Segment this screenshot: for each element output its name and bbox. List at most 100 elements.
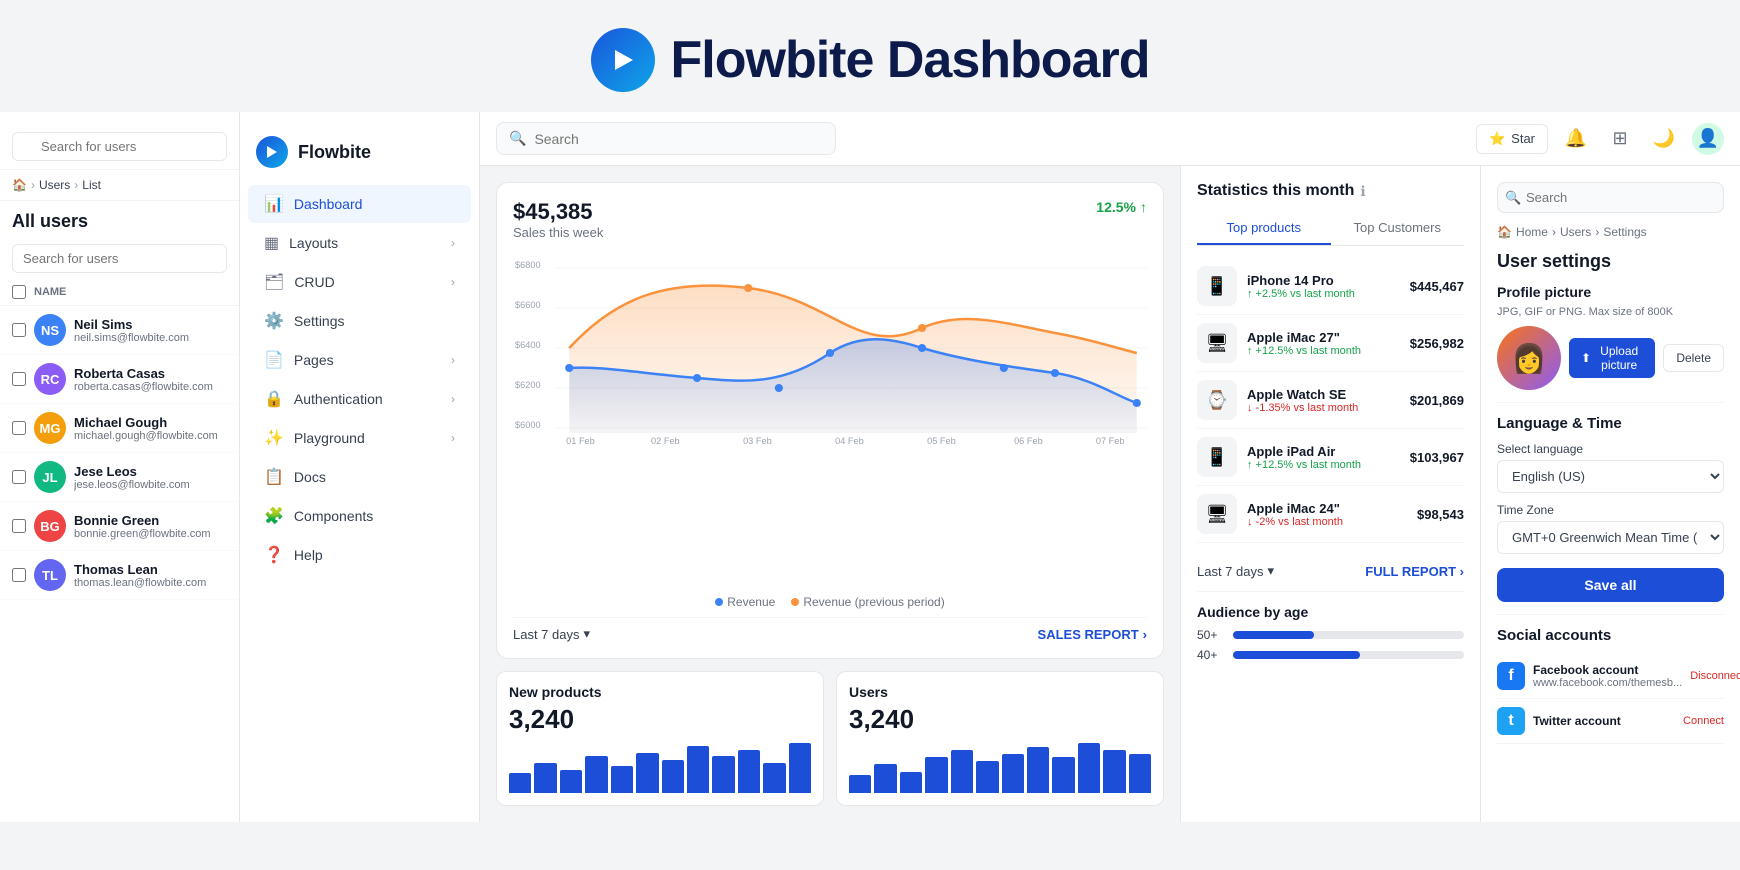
sidebar-item-components[interactable]: 🧩 Components xyxy=(248,497,471,535)
list-item[interactable]: MG Michael Gough michael.gough@flowbite.… xyxy=(0,404,239,453)
stats-info-icon: ℹ xyxy=(1360,183,1365,200)
bar-segment xyxy=(712,756,734,793)
navbar-search-icon: 🔍 xyxy=(509,130,526,147)
bar-segment xyxy=(900,772,922,793)
search-bar[interactable]: 🔍 xyxy=(496,122,836,155)
right-bc-users[interactable]: Users xyxy=(1560,225,1591,239)
bar-segment xyxy=(1002,754,1024,793)
user-checkbox[interactable] xyxy=(12,568,26,582)
bar-segment xyxy=(1027,747,1049,793)
crud-nav-label: CRUD xyxy=(294,274,441,290)
sidebar-nav: 📊 Dashboard ▦ Layouts › 🗂 CRUD › ⚙️ Sett… xyxy=(240,184,479,575)
help-nav-label: Help xyxy=(294,547,455,563)
user-checkbox[interactable] xyxy=(12,323,26,337)
tab-top-customers[interactable]: Top Customers xyxy=(1331,212,1465,245)
breadcrumb-users[interactable]: Users xyxy=(39,178,70,192)
user-checkbox[interactable] xyxy=(12,519,26,533)
playground-nav-label: Playground xyxy=(294,430,441,446)
user-name: Michael Gough xyxy=(74,415,227,430)
list-item[interactable]: NS Neil Sims neil.sims@flowbite.com xyxy=(0,306,239,355)
navbar-search-input[interactable] xyxy=(534,131,823,147)
product-value: $98,543 xyxy=(1417,507,1464,522)
user-info: Michael Gough michael.gough@flowbite.com xyxy=(74,415,227,442)
user-list: NS Neil Sims neil.sims@flowbite.com RC R… xyxy=(0,306,239,600)
social-info: Twitter account xyxy=(1533,714,1675,728)
sidebar-item-pages[interactable]: 📄 Pages › xyxy=(248,341,471,379)
user-name: Neil Sims xyxy=(74,317,227,332)
sidebar-brand[interactable]: Flowbite xyxy=(240,128,479,184)
arrow-right-icon: › xyxy=(1143,627,1147,642)
user-search-input[interactable] xyxy=(12,244,227,273)
sidebar-item-dashboard[interactable]: 📊 Dashboard xyxy=(248,185,471,223)
chart-card: $45,385 Sales this week 12.5% ↑ $6800 $6… xyxy=(496,182,1164,659)
connect-button[interactable]: Connect xyxy=(1683,715,1724,727)
full-report-link[interactable]: FULL REPORT › xyxy=(1365,564,1464,579)
timezone-select[interactable]: GMT+0 Greenwich Mean Time (GMT) xyxy=(1497,521,1724,554)
sidebar-item-authentication[interactable]: 🔒 Authentication › xyxy=(248,380,471,418)
save-all-button[interactable]: Save all xyxy=(1497,568,1724,602)
user-checkbox[interactable] xyxy=(12,372,26,386)
bar-segment xyxy=(1129,754,1151,793)
right-bc-home-icon: 🏠 xyxy=(1497,225,1512,239)
bar-segment xyxy=(849,775,871,793)
delete-picture-button[interactable]: Delete xyxy=(1663,344,1724,372)
bar-segment xyxy=(763,763,785,793)
breadcrumb-home[interactable]: 🏠 xyxy=(12,178,27,192)
bar-segment xyxy=(585,756,607,793)
select-all-checkbox[interactable] xyxy=(12,285,26,299)
sales-report-link[interactable]: SALES REPORT › xyxy=(1038,627,1147,642)
profile-pic-hint: JPG, GIF or PNG. Max size of 800K xyxy=(1497,306,1724,318)
tab-top-products[interactable]: Top products xyxy=(1197,212,1331,245)
legend-revenue: Revenue xyxy=(727,595,775,609)
user-checkbox[interactable] xyxy=(12,421,26,435)
product-value: $103,967 xyxy=(1410,450,1464,465)
product-change: ↑ +2.5% vs last month xyxy=(1247,288,1400,300)
language-select[interactable]: English (US) xyxy=(1497,460,1724,493)
star-button[interactable]: ⭐ Star xyxy=(1476,124,1548,154)
user-info: Thomas Lean thomas.lean@flowbite.com xyxy=(74,562,227,589)
sidebar-item-settings[interactable]: ⚙️ Settings xyxy=(248,302,471,340)
right-bc-home[interactable]: Home xyxy=(1516,225,1548,239)
header-logo xyxy=(591,28,655,92)
product-name: Apple iMac 27" xyxy=(1247,330,1400,345)
list-item: 🖥 Apple iMac 24" ↓ -2% vs last month $98… xyxy=(1197,486,1464,543)
svg-text:04 Feb: 04 Feb xyxy=(835,436,864,446)
crud-chevron-icon: › xyxy=(451,275,455,289)
sidebar-item-playground[interactable]: ✨ Playground › xyxy=(248,419,471,457)
product-thumbnail: 🖥 xyxy=(1197,494,1237,534)
theme-toggle-button[interactable]: 🌙 xyxy=(1648,123,1680,155)
user-email: thomas.lean@flowbite.com xyxy=(74,577,227,589)
social-account-item: t Twitter account Connect xyxy=(1497,699,1724,744)
social-account-name: Twitter account xyxy=(1533,714,1675,728)
chart-badge: 12.5% ↑ xyxy=(1096,199,1147,215)
age-40-bar xyxy=(1233,651,1360,659)
sidebar-item-docs[interactable]: 📋 Docs xyxy=(248,458,471,496)
user-checkbox[interactable] xyxy=(12,470,26,484)
list-item[interactable]: TL Thomas Lean thomas.lean@flowbite.com xyxy=(0,551,239,600)
list-item[interactable]: BG Bonnie Green bonnie.green@flowbite.co… xyxy=(0,502,239,551)
star-icon: ⭐ xyxy=(1489,131,1505,147)
user-avatar[interactable]: 👤 xyxy=(1692,123,1724,155)
right-search-input[interactable] xyxy=(1497,182,1724,213)
sidebar-item-crud[interactable]: 🗂 CRUD › xyxy=(248,263,471,301)
list-item[interactable]: RC Roberta Casas roberta.casas@flowbite.… xyxy=(0,355,239,404)
avatar: NS xyxy=(34,314,66,346)
disconnect-button[interactable]: Disconnect xyxy=(1690,670,1740,682)
upload-picture-button[interactable]: ⬆ Upload picture xyxy=(1569,338,1655,378)
sidebar-item-layouts[interactable]: ▦ Layouts › xyxy=(248,224,471,262)
list-item: ⌚ Apple Watch SE ↓ -1.35% vs last month … xyxy=(1197,372,1464,429)
list-item[interactable]: JL Jese Leos jese.leos@flowbite.com xyxy=(0,453,239,502)
sidebar-item-help[interactable]: ❓ Help xyxy=(248,536,471,574)
sidebar-brand-name: Flowbite xyxy=(298,142,371,163)
left-search-input[interactable] xyxy=(12,132,227,161)
dashboard-nav-label: Dashboard xyxy=(294,196,455,212)
chart-arrow-icon: ↑ xyxy=(1140,199,1147,215)
name-column-header: NAME xyxy=(34,286,66,298)
time-range-selector[interactable]: Last 7 days ▾ xyxy=(513,626,590,642)
notification-button[interactable]: 🔔 xyxy=(1560,123,1592,155)
audience-50-row: 50+ xyxy=(1197,628,1464,642)
grid-button[interactable]: ⊞ xyxy=(1604,123,1636,155)
stats-time-selector[interactable]: Last 7 days ▾ xyxy=(1197,563,1274,579)
bar-segment xyxy=(636,753,658,793)
svg-text:$6400: $6400 xyxy=(515,340,541,350)
